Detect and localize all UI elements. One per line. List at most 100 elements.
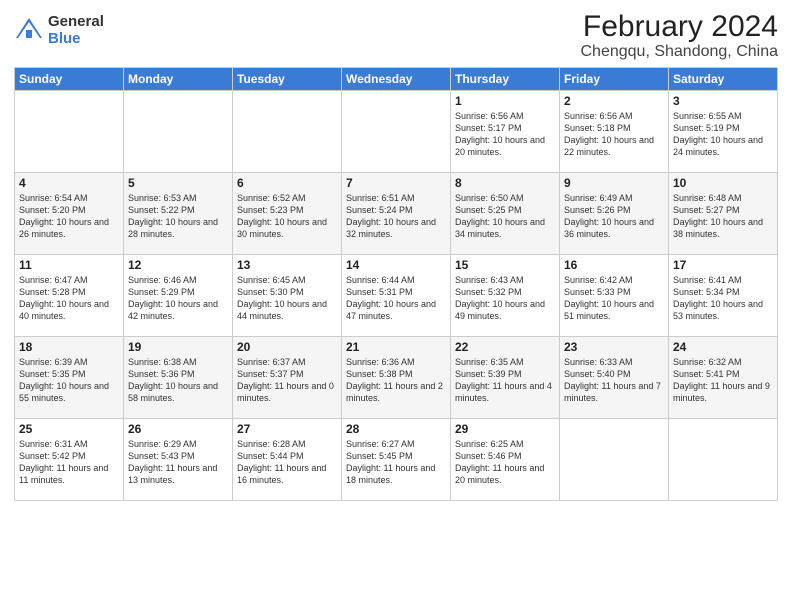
- day-info: Sunrise: 6:47 AMSunset: 5:28 PMDaylight:…: [19, 274, 119, 323]
- header-tuesday: Tuesday: [233, 68, 342, 91]
- sub-title: Chengqu, Shandong, China: [581, 43, 779, 61]
- calendar-cell: 13 Sunrise: 6:45 AMSunset: 5:30 PMDayligh…: [233, 255, 342, 337]
- calendar-cell: [15, 91, 124, 173]
- calendar-cell: 3 Sunrise: 6:55 AMSunset: 5:19 PMDaylight…: [669, 91, 778, 173]
- calendar-cell: 8Sunrise: 6:50 AMSunset: 5:25 PMDaylight…: [451, 173, 560, 255]
- header-saturday: Saturday: [669, 68, 778, 91]
- day-number: 29: [455, 422, 555, 436]
- calendar-week-row: 11Sunrise: 6:47 AMSunset: 5:28 PMDayligh…: [15, 255, 778, 337]
- day-number: 13: [237, 258, 337, 272]
- day-info: Sunrise: 6:49 AMSunset: 5:26 PMDaylight:…: [564, 192, 664, 241]
- day-info: Sunrise: 6:56 AMSunset: 5:17 PMDaylight:…: [455, 110, 555, 159]
- day-info: Sunrise: 6:50 AMSunset: 5:25 PMDaylight:…: [455, 192, 555, 241]
- day-info: Sunrise: 6:28 AMSunset: 5:44 PMDaylight:…: [237, 438, 337, 487]
- day-info: Sunrise: 6:43 AMSunset: 5:32 PMDaylight:…: [455, 274, 555, 323]
- calendar-header-row: Sunday Monday Tuesday Wednesday Thursday…: [15, 68, 778, 91]
- day-number: 18: [19, 340, 119, 354]
- day-info: Sunrise: 6:42 AMSunset: 5:33 PMDaylight:…: [564, 274, 664, 323]
- day-number: 25: [19, 422, 119, 436]
- header: General Blue February 2024 Chengqu, Shan…: [14, 10, 778, 61]
- day-info: Sunrise: 6:51 AMSunset: 5:24 PMDaylight:…: [346, 192, 446, 241]
- day-info: Sunrise: 6:44 AMSunset: 5:31 PMDaylight:…: [346, 274, 446, 323]
- calendar-cell: 9Sunrise: 6:49 AMSunset: 5:26 PMDaylight…: [560, 173, 669, 255]
- day-number: 1: [455, 94, 555, 108]
- calendar-cell: 19 Sunrise: 6:38 AMSunset: 5:36 PMDayligh…: [124, 337, 233, 419]
- calendar-cell: 10Sunrise: 6:48 AMSunset: 5:27 PMDayligh…: [669, 173, 778, 255]
- calendar-cell: [342, 91, 451, 173]
- logo-text: General Blue: [48, 14, 104, 47]
- calendar-cell: 6 Sunrise: 6:52 AMSunset: 5:23 PMDaylight…: [233, 173, 342, 255]
- page: General Blue February 2024 Chengqu, Shan…: [0, 0, 792, 612]
- day-info: Sunrise: 6:33 AMSunset: 5:40 PMDaylight:…: [564, 356, 664, 405]
- day-number: 19: [128, 340, 228, 354]
- calendar-cell: [669, 419, 778, 501]
- logo: General Blue: [14, 14, 104, 47]
- day-info: Sunrise: 6:54 AMSunset: 5:20 PMDaylight:…: [19, 192, 119, 241]
- calendar-cell: 4Sunrise: 6:54 AMSunset: 5:20 PMDaylight…: [15, 173, 124, 255]
- header-monday: Monday: [124, 68, 233, 91]
- calendar-cell: 27 Sunrise: 6:28 AMSunset: 5:44 PMDayligh…: [233, 419, 342, 501]
- calendar-cell: 21 Sunrise: 6:36 AMSunset: 5:38 PMDayligh…: [342, 337, 451, 419]
- calendar-cell: [560, 419, 669, 501]
- header-sunday: Sunday: [15, 68, 124, 91]
- calendar-cell: 26 Sunrise: 6:29 AMSunset: 5:43 PMDayligh…: [124, 419, 233, 501]
- header-friday: Friday: [560, 68, 669, 91]
- logo-blue: Blue: [48, 31, 104, 48]
- day-info: Sunrise: 6:35 AMSunset: 5:39 PMDaylight:…: [455, 356, 555, 405]
- day-number: 7: [346, 176, 446, 190]
- calendar-cell: 25 Sunrise: 6:31 AMSunset: 5:42 PMDayligh…: [15, 419, 124, 501]
- day-number: 22: [455, 340, 555, 354]
- header-wednesday: Wednesday: [342, 68, 451, 91]
- day-number: 26: [128, 422, 228, 436]
- main-title: February 2024: [581, 10, 779, 43]
- day-info: Sunrise: 6:36 AMSunset: 5:38 PMDaylight:…: [346, 356, 446, 405]
- calendar-cell: 23 Sunrise: 6:33 AMSunset: 5:40 PMDayligh…: [560, 337, 669, 419]
- calendar-cell: [124, 91, 233, 173]
- day-info: Sunrise: 6:31 AMSunset: 5:42 PMDaylight:…: [19, 438, 119, 487]
- day-info: Sunrise: 6:52 AMSunset: 5:23 PMDaylight:…: [237, 192, 337, 241]
- day-number: 17: [673, 258, 773, 272]
- calendar-cell: 7 Sunrise: 6:51 AMSunset: 5:24 PMDaylight…: [342, 173, 451, 255]
- day-number: 14: [346, 258, 446, 272]
- calendar-cell: 18 Sunrise: 6:39 AMSunset: 5:35 PMDayligh…: [15, 337, 124, 419]
- calendar-week-row: 25 Sunrise: 6:31 AMSunset: 5:42 PMDayligh…: [15, 419, 778, 501]
- calendar-cell: 29 Sunrise: 6:25 AMSunset: 5:46 PMDayligh…: [451, 419, 560, 501]
- day-number: 28: [346, 422, 446, 436]
- day-number: 20: [237, 340, 337, 354]
- day-number: 27: [237, 422, 337, 436]
- day-info: Sunrise: 6:38 AMSunset: 5:36 PMDaylight:…: [128, 356, 228, 405]
- day-info: Sunrise: 6:45 AMSunset: 5:30 PMDaylight:…: [237, 274, 337, 323]
- day-number: 23: [564, 340, 664, 354]
- calendar-week-row: 4Sunrise: 6:54 AMSunset: 5:20 PMDaylight…: [15, 173, 778, 255]
- day-number: 6: [237, 176, 337, 190]
- calendar-cell: 11Sunrise: 6:47 AMSunset: 5:28 PMDayligh…: [15, 255, 124, 337]
- calendar-cell: 28Sunrise: 6:27 AMSunset: 5:45 PMDayligh…: [342, 419, 451, 501]
- calendar-cell: 22 Sunrise: 6:35 AMSunset: 5:39 PMDayligh…: [451, 337, 560, 419]
- day-info: Sunrise: 6:56 AMSunset: 5:18 PMDaylight:…: [564, 110, 664, 159]
- day-info: Sunrise: 6:41 AMSunset: 5:34 PMDaylight:…: [673, 274, 773, 323]
- day-info: Sunrise: 6:32 AMSunset: 5:41 PMDaylight:…: [673, 356, 773, 405]
- day-info: Sunrise: 6:55 AMSunset: 5:19 PMDaylight:…: [673, 110, 773, 159]
- day-info: Sunrise: 6:37 AMSunset: 5:37 PMDaylight:…: [237, 356, 337, 405]
- day-info: Sunrise: 6:39 AMSunset: 5:35 PMDaylight:…: [19, 356, 119, 405]
- day-info: Sunrise: 6:46 AMSunset: 5:29 PMDaylight:…: [128, 274, 228, 323]
- calendar-cell: 5 Sunrise: 6:53 AMSunset: 5:22 PMDaylight…: [124, 173, 233, 255]
- day-info: Sunrise: 6:29 AMSunset: 5:43 PMDaylight:…: [128, 438, 228, 487]
- calendar-cell: 15 Sunrise: 6:43 AMSunset: 5:32 PMDayligh…: [451, 255, 560, 337]
- day-number: 3: [673, 94, 773, 108]
- calendar-cell: 12 Sunrise: 6:46 AMSunset: 5:29 PMDayligh…: [124, 255, 233, 337]
- day-number: 24: [673, 340, 773, 354]
- calendar-table: Sunday Monday Tuesday Wednesday Thursday…: [14, 67, 778, 501]
- day-number: 2: [564, 94, 664, 108]
- logo-icon: [14, 16, 44, 46]
- day-number: 5: [128, 176, 228, 190]
- day-number: 12: [128, 258, 228, 272]
- day-number: 10: [673, 176, 773, 190]
- day-info: Sunrise: 6:25 AMSunset: 5:46 PMDaylight:…: [455, 438, 555, 487]
- calendar-cell: [233, 91, 342, 173]
- day-number: 21: [346, 340, 446, 354]
- calendar-week-row: 1 Sunrise: 6:56 AMSunset: 5:17 PMDaylight…: [15, 91, 778, 173]
- day-number: 15: [455, 258, 555, 272]
- day-info: Sunrise: 6:53 AMSunset: 5:22 PMDaylight:…: [128, 192, 228, 241]
- calendar-week-row: 18 Sunrise: 6:39 AMSunset: 5:35 PMDayligh…: [15, 337, 778, 419]
